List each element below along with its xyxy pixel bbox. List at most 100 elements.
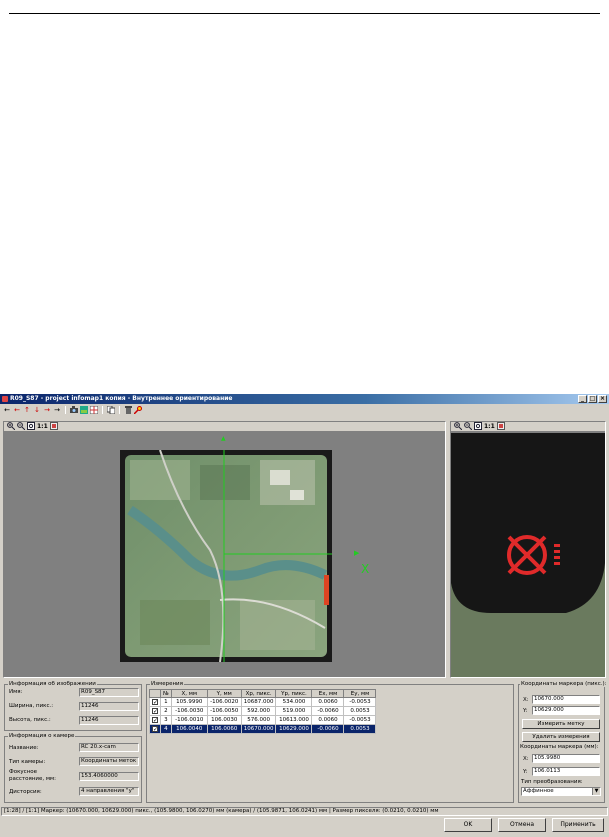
main-toolbar: ← ← ↑ ↓ → →	[0, 404, 609, 415]
table-cell: 519.000	[275, 706, 313, 716]
image-info-title: Информация об изображении	[8, 681, 97, 687]
column-header[interactable]: Yp, пикс.	[275, 689, 313, 698]
maximize-button[interactable]: □	[588, 395, 597, 403]
table-cell: -0.0060	[311, 706, 345, 716]
zoom-1-1-button[interactable]: 1:1	[37, 423, 48, 431]
row-checkbox-mark[interactable]: ✓	[152, 707, 158, 714]
arrow-left-red-icon[interactable]: ←	[13, 406, 21, 414]
row-checkbox-mark[interactable]: ✓	[152, 698, 158, 705]
minimize-button[interactable]: _	[578, 395, 587, 403]
cancel-button[interactable]: Отмена	[498, 818, 546, 832]
table-cell: -0.0053	[343, 715, 377, 725]
table-cell: 10629.000	[275, 724, 313, 734]
marker-y-mm-input[interactable]: 106.0113	[532, 767, 600, 776]
measurements-title: Измерения	[150, 681, 184, 687]
zoom-fit-icon[interactable]	[27, 421, 35, 432]
image-green-icon[interactable]	[80, 405, 88, 414]
arrow-left-icon[interactable]: ←	[3, 406, 11, 414]
table-cell: 106.0040	[170, 724, 208, 734]
row-checkbox[interactable]: ✓	[149, 715, 161, 725]
row-checkbox[interactable]: ✓	[149, 724, 161, 734]
camera-icon[interactable]	[70, 406, 78, 414]
row-checkbox-mark[interactable]: ✓	[152, 716, 158, 723]
arrow-right-red-icon[interactable]: →	[43, 406, 51, 414]
toolbar-separator	[119, 405, 120, 414]
measure-marker-button[interactable]: Измерить метку	[522, 719, 600, 729]
column-header[interactable]: Xp, пикс.	[240, 689, 277, 698]
table-row[interactable]: ✓ 3 -106.0010 106.0030 576.000 10613.000…	[149, 715, 377, 725]
close-button[interactable]: ×	[598, 395, 607, 403]
arrow-right-icon[interactable]: →	[53, 406, 61, 414]
transform-type-value: Аффинное	[523, 788, 554, 794]
table-cell: 3	[160, 715, 172, 725]
table-cell: 105.9990	[170, 697, 208, 707]
status-bar: [1:28] / [1:1] Маркер: (10670.000, 10629…	[1, 807, 608, 816]
zoom-1-1-button[interactable]: 1:1	[484, 423, 495, 431]
row-checkbox[interactable]: ✓	[149, 697, 161, 707]
delete-measurements-button[interactable]: Удалить измерения	[522, 732, 600, 742]
table-row-selected[interactable]: ✓ 4 106.0040 106.0060 10670.000 10629.00…	[149, 724, 377, 734]
camera-info-title: Информация о камере	[8, 733, 76, 739]
zoom-out-icon[interactable]	[17, 421, 26, 432]
marker-mm-title: Координаты маркера (мм):	[520, 744, 599, 750]
column-header[interactable]: Y, мм	[206, 689, 242, 698]
marker-tool-icon[interactable]	[134, 405, 142, 414]
aerial-photo[interactable]	[120, 450, 332, 662]
axis-arrow-icon: ▶	[354, 549, 360, 557]
arrow-up-red-icon[interactable]: ↑	[23, 406, 31, 414]
copy-icon[interactable]	[107, 405, 115, 414]
row-checkbox-mark[interactable]: ✓	[152, 725, 158, 732]
fiducial-zoom-image[interactable]	[451, 433, 605, 677]
table-cell: 106.0030	[206, 715, 242, 725]
view-settings-icon[interactable]	[496, 421, 505, 432]
apply-button[interactable]: Применить	[552, 818, 604, 832]
column-header[interactable]: X, мм	[170, 689, 208, 698]
delete-icon[interactable]	[124, 405, 132, 414]
width-value: 11246	[79, 702, 139, 711]
chevron-down-icon[interactable]: ▼	[592, 788, 600, 795]
table-row[interactable]: ✓ 2 -106.0030 -106.0050 592.000 519.000 …	[149, 706, 377, 716]
marker-x-mm-input[interactable]: 105.9980	[532, 754, 600, 763]
marker-pixel-title: Координаты маркера (пикс.):	[520, 681, 608, 687]
column-header[interactable]: №	[160, 689, 172, 698]
marker-y-pix-input[interactable]: 10629.000	[532, 706, 600, 715]
camera-name-label: Название:	[9, 745, 39, 751]
grid-icon[interactable]	[90, 405, 98, 414]
table-row[interactable]: ✓ 1 105.9990 -106.0020 10687.000 534.000…	[149, 697, 377, 707]
height-value: 11246	[79, 716, 139, 725]
table-cell: 4	[160, 724, 172, 734]
camera-name-value: RC 20.x-cam	[79, 743, 139, 752]
transform-type-label: Тип преобразования:	[521, 779, 583, 785]
image-info-group: Информация об изображении Имя: R09_S87 Ш…	[4, 681, 142, 731]
table-header-row: № X, мм Y, мм Xp, пикс. Yp, пикс. Ex, мм…	[149, 689, 377, 698]
arrow-down-red-icon[interactable]: ↓	[33, 406, 41, 414]
zoom-in-icon[interactable]	[7, 421, 16, 432]
page-top-rule	[9, 13, 600, 14]
marker-x-pix-input[interactable]: 10670.000	[532, 695, 600, 704]
zoom-in-icon[interactable]	[454, 421, 463, 432]
transform-type-select[interactable]: Аффинное ▼	[521, 787, 601, 796]
overview-image-view[interactable]: 1:1 X ▶ ▲	[3, 421, 446, 678]
marker-y-pix-label: Y:	[523, 708, 528, 714]
table-cell: 10670.000	[240, 724, 277, 734]
table-cell: 0.0053	[343, 706, 377, 716]
row-checkbox[interactable]: ✓	[149, 706, 161, 716]
zoom-out-icon[interactable]	[464, 421, 473, 432]
axis-arrow-up-icon: ▲	[221, 435, 226, 442]
view-settings-icon[interactable]	[49, 421, 58, 432]
table-cell: -106.0050	[206, 706, 242, 716]
focal-label-line1: Фокусное	[9, 769, 38, 775]
toolbar-separator	[102, 405, 103, 414]
marker-x-mm-label: X:	[523, 756, 529, 762]
width-label: Ширина, пикс.:	[9, 703, 54, 709]
zoom-image-view[interactable]: 1:1	[450, 421, 606, 678]
zoom-fit-icon[interactable]	[474, 421, 482, 432]
column-header[interactable]: Ex, мм	[311, 689, 345, 698]
table-cell: 2	[160, 706, 172, 716]
marker-y-mm-label: Y:	[523, 769, 528, 775]
app-icon	[2, 396, 8, 402]
name-value: R09_S87	[79, 688, 139, 697]
column-header[interactable]: Ey, мм	[343, 689, 377, 698]
ok-button[interactable]: OK	[444, 818, 492, 832]
camera-type-label: Тип камеры:	[9, 759, 46, 765]
